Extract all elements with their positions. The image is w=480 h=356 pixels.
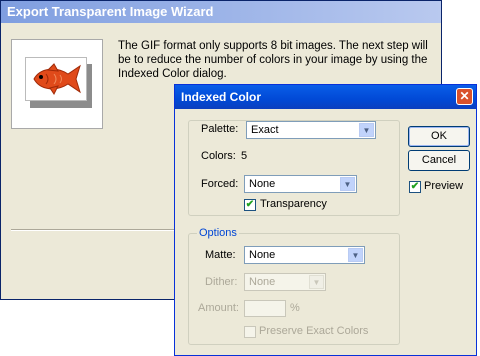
close-icon: ✕: [459, 89, 470, 103]
transparency-checkbox[interactable]: ✔: [244, 199, 256, 211]
options-legend: Options: [197, 227, 239, 239]
forced-value: None: [249, 178, 276, 190]
chevron-down-icon: ▼: [359, 123, 374, 137]
matte-select[interactable]: None ▼: [244, 246, 365, 264]
palette-select[interactable]: Exact ▼: [246, 121, 376, 139]
wizard-message: The GIF format only supports 8 bit image…: [118, 40, 428, 80]
preview-label: Preview: [424, 180, 464, 192]
dither-select[interactable]: None ▼: [244, 273, 326, 291]
dialog-title: Indexed Color: [181, 90, 262, 104]
matte-value: None: [249, 249, 276, 261]
chevron-down-icon: ▼: [348, 248, 363, 262]
options-group: Options Matte: None ▼ Dither: None ▼ Amo…: [188, 227, 400, 345]
preview-frame: [25, 57, 87, 101]
dither-label: Dither:: [205, 276, 238, 288]
colors-label: Colors:: [201, 150, 236, 162]
amount-input[interactable]: [244, 300, 286, 317]
indexed-color-dialog: Indexed Color ✕ Palette: Exact ▼ Colors:…: [174, 84, 477, 356]
chevron-down-icon: ▼: [309, 275, 324, 289]
check-icon: ✔: [410, 181, 420, 192]
palette-value: Exact: [251, 124, 279, 136]
preview-checkbox[interactable]: ✔: [409, 181, 421, 193]
check-icon: ✔: [245, 199, 255, 210]
preserve-exact-colors-checkbox[interactable]: [244, 326, 256, 338]
palette-group: Palette: Exact ▼ Colors: 5 Forced: None …: [188, 120, 400, 216]
dialog-title-bar: Indexed Color ✕: [175, 85, 476, 109]
chevron-down-icon: ▼: [340, 177, 355, 191]
colors-value: 5: [241, 150, 248, 162]
ok-button[interactable]: OK: [408, 126, 470, 147]
cancel-button[interactable]: Cancel: [408, 150, 470, 171]
forced-label: Forced:: [201, 178, 239, 190]
wizard-title: Export Transparent Image Wizard: [1, 1, 441, 23]
wizard-divider: [11, 229, 181, 231]
close-button[interactable]: ✕: [456, 88, 473, 105]
fish-icon: [33, 63, 81, 95]
amount-label: Amount:: [198, 302, 239, 314]
matte-label: Matte:: [205, 249, 236, 261]
preserve-exact-colors-label: Preserve Exact Colors: [259, 325, 369, 337]
palette-label: Palette:: [201, 123, 239, 135]
amount-unit: %: [290, 302, 300, 314]
dither-value: None: [249, 276, 276, 288]
transparency-label: Transparency: [260, 198, 327, 210]
forced-select[interactable]: None ▼: [244, 175, 357, 193]
image-preview: [11, 39, 103, 129]
